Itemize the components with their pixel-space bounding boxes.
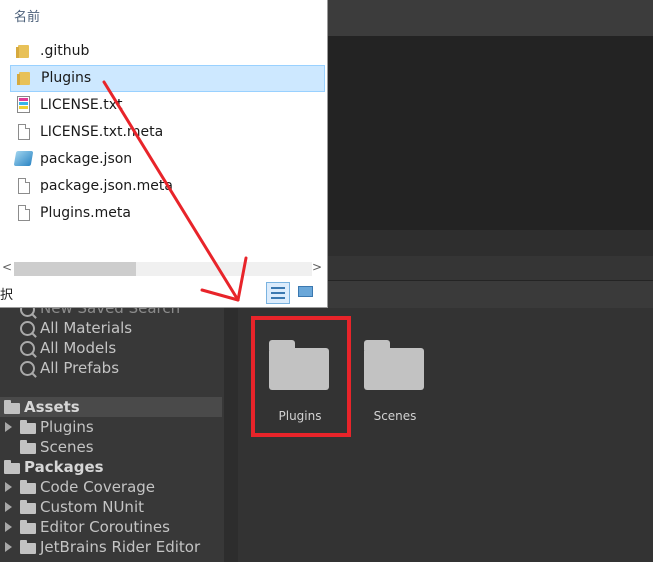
- file-icon: [18, 178, 30, 194]
- sidebar-item-assets[interactable]: Assets: [0, 397, 222, 417]
- explorer-item-plugins-meta[interactable]: Plugins.meta: [10, 200, 325, 227]
- grid-item-plugins[interactable]: Plugins: [254, 324, 346, 428]
- folder-icon: [16, 45, 29, 58]
- folder-icon: [17, 72, 30, 85]
- sidebar-item-editor-coroutines[interactable]: Editor Coroutines: [0, 517, 222, 537]
- scroll-left-icon[interactable]: <: [2, 260, 12, 274]
- large-icons-icon: [298, 286, 313, 297]
- project-sidebar: New Saved Search All Materials All Model…: [0, 299, 224, 562]
- folder-icon: [20, 480, 36, 494]
- folder-icon: [269, 340, 329, 390]
- search-icon: [20, 321, 35, 336]
- unity-toolbar-top: [328, 0, 653, 36]
- sidebar-item-jetbrains-rider-editor[interactable]: JetBrains Rider Editor: [0, 537, 222, 557]
- sidebar-item-packages[interactable]: Packages: [0, 457, 222, 477]
- folder-icon: [4, 400, 20, 414]
- sidebar-splitter[interactable]: [224, 308, 238, 562]
- folder-icon: [20, 540, 36, 554]
- text-file-icon: [17, 96, 30, 113]
- folder-icon: [20, 440, 36, 454]
- sidebar-item-all-prefabs[interactable]: All Prefabs: [0, 358, 222, 378]
- sidebar-item-scenes[interactable]: Scenes: [0, 437, 222, 457]
- explorer-item-package-json-meta[interactable]: package.json.meta: [10, 173, 325, 200]
- column-header-name[interactable]: 名前: [14, 6, 40, 25]
- json-file-icon: [13, 151, 34, 166]
- sidebar-item-all-models[interactable]: All Models: [0, 338, 222, 358]
- scroll-right-icon[interactable]: >: [312, 260, 322, 274]
- search-icon: [20, 341, 35, 356]
- scrollbar-thumb[interactable]: [14, 262, 136, 276]
- folder-icon: [4, 460, 20, 474]
- sidebar-item-custom-nunit[interactable]: Custom NUnit: [0, 497, 222, 517]
- file-explorer-window: ^ 名前 .github Plugins LICENSE.txt LICENSE…: [0, 0, 328, 308]
- sidebar-item-code-coverage[interactable]: Code Coverage: [0, 477, 222, 497]
- sidebar-item-plugins[interactable]: Plugins: [0, 417, 222, 437]
- project-asset-grid: Plugins Scenes: [238, 308, 653, 562]
- explorer-item-github[interactable]: .github: [10, 38, 325, 65]
- expand-arrow-icon[interactable]: [5, 502, 12, 512]
- folder-icon: [20, 500, 36, 514]
- folder-icon: [20, 520, 36, 534]
- explorer-item-license-txt-meta[interactable]: LICENSE.txt.meta: [10, 119, 325, 146]
- sort-caret-icon[interactable]: ^: [162, 0, 170, 7]
- expand-arrow-icon[interactable]: [5, 542, 12, 552]
- expand-arrow-icon[interactable]: [5, 422, 12, 432]
- details-view-button[interactable]: [266, 282, 290, 304]
- sidebar-item-all-materials[interactable]: All Materials: [0, 318, 222, 338]
- large-icons-view-button[interactable]: [296, 283, 316, 301]
- file-icon: [18, 124, 30, 140]
- expand-arrow-icon[interactable]: [5, 522, 12, 532]
- file-icon: [18, 205, 30, 221]
- status-bar-text: 択: [0, 288, 14, 303]
- grid-item-scenes[interactable]: Scenes: [350, 324, 442, 428]
- folder-icon: [20, 420, 36, 434]
- unity-scene-view: [328, 36, 653, 230]
- search-icon: [20, 361, 35, 376]
- explorer-item-package-json[interactable]: package.json: [10, 146, 325, 173]
- folder-icon: [364, 340, 424, 390]
- explorer-item-plugins[interactable]: Plugins: [10, 65, 325, 92]
- explorer-item-license-txt[interactable]: LICENSE.txt: [10, 92, 325, 119]
- expand-arrow-icon[interactable]: [5, 482, 12, 492]
